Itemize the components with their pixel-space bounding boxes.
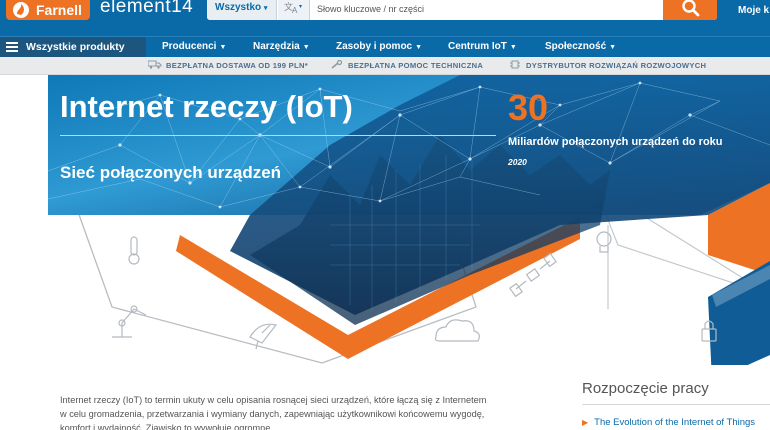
benefit-dev-solutions[interactable]: DYSTRYBUTOR ROZWIĄZAŃ ROZWOJOWYCH	[508, 57, 706, 75]
benefit-label: DYSTRYBUTOR ROZWIĄZAŃ ROZWOJOWYCH	[526, 61, 707, 70]
all-products-menu[interactable]: Wszystkie produkty	[0, 37, 146, 57]
farnell-logo-text: Farnell	[36, 2, 82, 18]
nav-item-resources[interactable]: Zasoby i pomoc ▼	[336, 37, 422, 57]
chevron-down-icon: ▾	[263, 5, 268, 12]
hamburger-icon	[6, 42, 18, 52]
nav-item-label: Centrum IoT	[448, 41, 507, 52]
chevron-down-icon: ▼	[509, 44, 517, 51]
benefits-strip: BEZPŁATNA DOSTAWA OD 199 PLN* BEZPŁATNA …	[0, 57, 770, 75]
nav-item-label: Narzędzia	[253, 41, 300, 52]
hero-title: Internet rzeczy (IoT)	[60, 89, 353, 124]
search-button[interactable]	[663, 0, 717, 20]
nav-item-tools[interactable]: Narzędzia ▼	[253, 37, 310, 57]
main-nav: Wszystkie produkty Producenci ▼ Narzędzia…	[0, 36, 770, 57]
hero-stat-year: 2020	[508, 157, 527, 167]
search-input[interactable]	[313, 0, 663, 18]
all-products-label: Wszystkie produkty	[26, 41, 125, 53]
hero-divider	[60, 135, 496, 136]
search-icon	[682, 0, 700, 17]
search-bar: Wszystko ▾ 文 A ▾	[207, 0, 717, 20]
sidebar-link-label: The Evolution of the Internet of Things	[594, 417, 756, 428]
arrow-right-icon: ▶	[582, 418, 589, 427]
wrench-icon	[331, 60, 343, 69]
hero-stat-text: Miliardów połączonych urządzeń do roku	[508, 136, 723, 148]
sidebar-divider	[582, 404, 770, 405]
svg-text:▾: ▾	[299, 4, 302, 10]
benefit-tech-support[interactable]: BEZPŁATNA POMOC TECHNICZNA	[330, 57, 483, 75]
nav-item-community[interactable]: Społeczność ▼	[545, 37, 616, 57]
farnell-logo[interactable]: Farnell	[6, 0, 90, 20]
translate-icon-glyph: 文 A ▾	[284, 1, 302, 15]
thermometer-icon	[128, 236, 140, 265]
robot-arm-icon	[112, 305, 147, 338]
nav-item-iot-center[interactable]: Centrum IoT ▼	[448, 37, 517, 57]
svg-text:A: A	[292, 6, 298, 14]
hero-stat-number: 30	[508, 87, 549, 128]
iot-hero-banner: Internet rzeczy (IoT) Sieć połączonych u…	[0, 75, 770, 365]
sidebar-link[interactable]: ▶ The Evolution of the Internet of Things	[582, 417, 755, 428]
chevron-down-icon: ▼	[609, 44, 617, 51]
truck-icon	[148, 60, 162, 69]
lightbulb-icon	[596, 231, 612, 253]
nav-item-label: Zasoby i pomoc	[336, 41, 413, 52]
benefit-label: BEZPŁATNA DOSTAWA OD 199 PLN*	[166, 61, 309, 70]
nav-item-manufacturers[interactable]: Producenci ▼	[162, 37, 226, 57]
chip-icon	[510, 60, 520, 69]
benefit-free-delivery[interactable]: BEZPŁATNA DOSTAWA OD 199 PLN*	[148, 57, 308, 75]
cloud-icon	[434, 319, 480, 342]
nav-item-label: Społeczność	[545, 41, 607, 52]
nav-item-label: Producenci	[162, 41, 217, 52]
top-header: Farnell element14 Wszystko ▾ 文 A ▾ Moje …	[0, 0, 770, 36]
hero-subtitle: Sieć połączonych urządzeń	[60, 163, 282, 182]
search-category-select[interactable]: Wszystko ▾	[207, 0, 277, 20]
chevron-down-icon: ▼	[415, 44, 423, 51]
intro-paragraph: Internet rzeczy (IoT) to termin ukuty w …	[60, 395, 487, 430]
benefit-label: BEZPŁATNA POMOC TECHNICZNA	[348, 61, 484, 70]
sidebar-title: Rozpoczęcie pracy	[582, 380, 709, 397]
chevron-down-icon: ▼	[219, 44, 227, 51]
account-link[interactable]: Moje k	[738, 5, 769, 16]
chevron-down-icon: ▼	[302, 44, 310, 51]
element14-logo[interactable]: element14	[100, 0, 193, 18]
search-category-label: Wszystko	[215, 2, 262, 13]
translate-icon[interactable]: 文 A ▾	[278, 0, 310, 20]
farnell-flame-icon	[13, 2, 29, 18]
